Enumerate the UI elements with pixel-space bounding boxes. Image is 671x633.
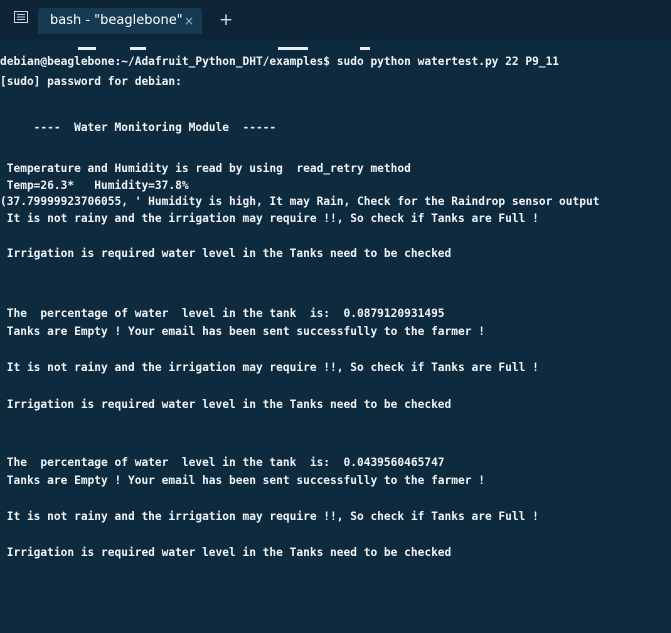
rainy-line-3: It is not rainy and the irrigation may r…	[0, 510, 539, 523]
tab-bash-beaglebone[interactable]: bash - "beaglebone" ×	[38, 8, 202, 34]
percentage-line-2: The percentage of water level in the tan…	[0, 456, 445, 469]
empty-line-1: Tanks are Empty ! Your email has been se…	[0, 325, 485, 338]
new-tab-button[interactable]: +	[216, 8, 236, 32]
command-line: debian@beaglebone:~/Adafruit_Python_DHT/…	[0, 55, 560, 68]
empty-line-2: Tanks are Empty ! Your email has been se…	[0, 474, 485, 487]
close-icon[interactable]: ×	[184, 8, 194, 34]
irrigation-line-1: Irrigation is required water level in th…	[0, 247, 452, 260]
percentage-line-1: The percentage of water level in the tan…	[0, 307, 445, 320]
rainy-line-1: It is not rainy and the irrigation may r…	[0, 212, 539, 225]
irrigation-line-3: Irrigation is required water level in th…	[0, 546, 452, 559]
module-header: ---- Water Monitoring Module -----	[0, 121, 277, 134]
tab-title: bash - "beaglebone"	[50, 13, 183, 28]
terminal-menu-icon	[14, 11, 28, 23]
menu-icon[interactable]	[10, 10, 32, 30]
terminal-output[interactable]: debian@beaglebone:~/Adafruit_Python_DHT/…	[0, 40, 671, 633]
method-line: Temperature and Humidity is read by usin…	[0, 162, 411, 175]
readings-line: Temp=26.3* Humidity=37.8%	[0, 179, 189, 192]
sudo-prompt: [sudo] password for debian:	[0, 75, 182, 88]
irrigation-line-2: Irrigation is required water level in th…	[0, 398, 452, 411]
tab-bar: bash - "beaglebone" × +	[0, 0, 671, 40]
terminal-window: bash - "beaglebone" × + debian@beaglebon…	[0, 0, 671, 633]
tuple-line: (37.79999923706055, ' Humidity is high, …	[0, 195, 600, 208]
rainy-line-2: It is not rainy and the irrigation may r…	[0, 361, 539, 374]
